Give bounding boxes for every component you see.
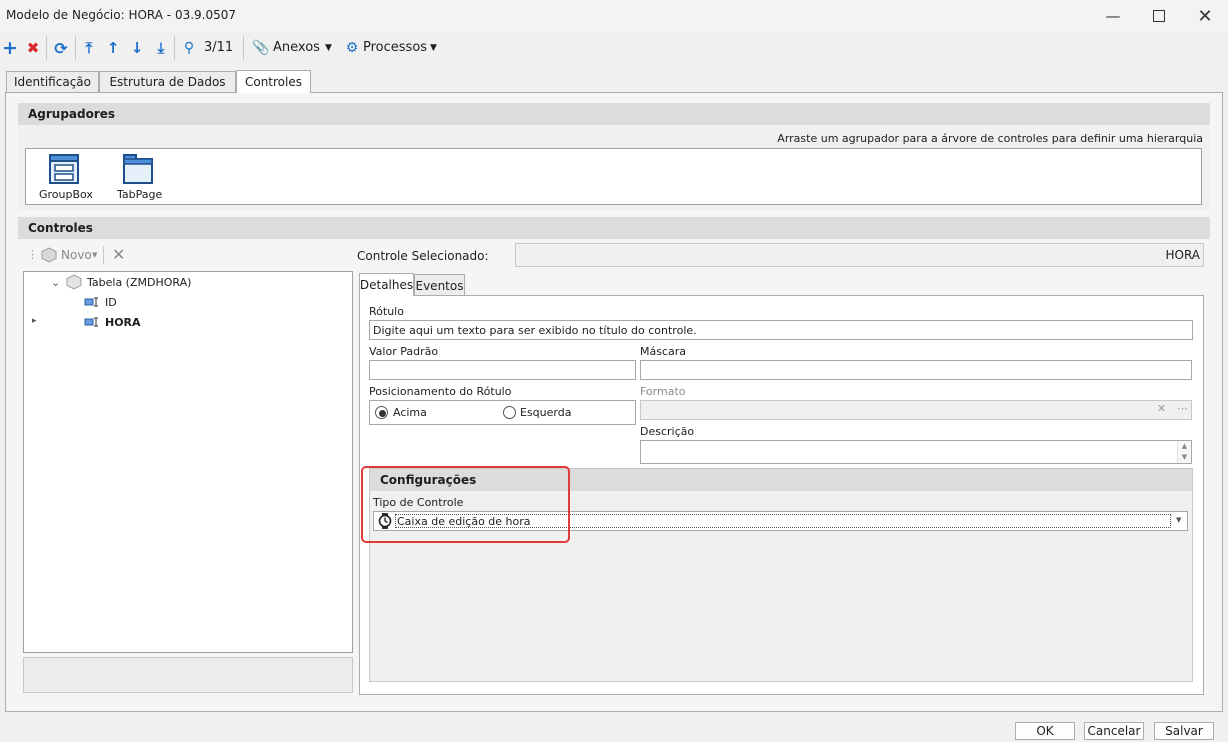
field-icon xyxy=(84,296,100,308)
tab-identificacao[interactable]: Identificação xyxy=(6,71,99,92)
agrupadores-header: Agrupadores xyxy=(18,103,1210,125)
window-title: Modelo de Negócio: HORA - 03.9.0507 xyxy=(6,8,237,22)
save-button[interactable]: Salvar xyxy=(1154,722,1214,740)
tree-item-hora[interactable]: HORA xyxy=(105,316,141,329)
tab-detalhes[interactable]: Detalhes xyxy=(359,273,414,296)
agrupadores-palette xyxy=(25,148,1202,205)
toolbar-separator xyxy=(103,246,104,264)
scroll-arrows-icon[interactable]: ▲ ▼ xyxy=(1177,441,1191,463)
descricao-label: Descrição xyxy=(640,425,695,438)
paperclip-icon[interactable]: 📎 xyxy=(251,38,271,58)
tabpage-icon[interactable] xyxy=(122,153,154,185)
groupbox-icon[interactable] xyxy=(48,153,80,185)
tree-item-root[interactable]: Tabela (ZMDHORA) xyxy=(87,276,191,289)
chevron-right-icon[interactable]: ▸ xyxy=(32,316,37,326)
add-icon[interactable]: + xyxy=(0,37,20,59)
gear-icon[interactable]: ⚙ xyxy=(342,38,362,58)
rotulo-input[interactable]: Digite aqui um texto para ser exibido no… xyxy=(369,320,1193,340)
agrupadores-hint: Arraste um agrupador para a árvore de co… xyxy=(777,132,1203,145)
remove-icon[interactable]: ✕ xyxy=(112,245,125,264)
maximize-icon[interactable] xyxy=(1136,0,1182,32)
formato-input xyxy=(640,400,1192,420)
tree-footer xyxy=(23,657,353,693)
ok-button[interactable]: OK xyxy=(1015,722,1075,740)
tabpage-label: TabPage xyxy=(117,188,163,201)
chevron-down-icon[interactable]: ⌄ xyxy=(51,276,60,289)
toolbar-separator xyxy=(46,36,47,60)
processos-button[interactable]: Processos xyxy=(363,40,427,55)
last-record-icon[interactable]: ⤓ xyxy=(151,38,171,58)
groupbox-label: GroupBox xyxy=(39,188,93,201)
next-record-icon[interactable]: ↓ xyxy=(127,38,147,58)
anexos-button[interactable]: Anexos xyxy=(273,40,320,55)
mascara-input[interactable] xyxy=(640,360,1192,380)
refresh-icon[interactable]: ⟳ xyxy=(51,38,71,58)
radio-esquerda-label[interactable]: Esquerda xyxy=(520,406,571,419)
valor-padrao-label: Valor Padrão xyxy=(369,345,439,358)
field-icon xyxy=(84,316,100,328)
radio-esquerda[interactable] xyxy=(503,406,516,419)
minimize-icon[interactable]: — xyxy=(1090,0,1136,32)
valor-padrao-input[interactable] xyxy=(369,360,636,380)
toolbar-separator xyxy=(75,36,76,60)
tree-item-id[interactable]: ID xyxy=(105,296,117,309)
controle-selecionado-label: Controle Selecionado: xyxy=(357,249,489,263)
close-icon[interactable]: ✕ xyxy=(1182,0,1228,32)
control-tree[interactable] xyxy=(23,271,353,653)
cube-icon xyxy=(41,247,57,263)
delete-icon[interactable]: ✖ xyxy=(23,38,43,58)
previous-record-icon[interactable]: ↑ xyxy=(103,38,123,58)
formato-label: Formato xyxy=(640,385,686,398)
tab-eventos[interactable]: Eventos xyxy=(414,274,465,296)
clear-icon: ✕ xyxy=(1157,402,1167,415)
controles-header: Controles xyxy=(18,217,1210,239)
table-icon xyxy=(66,274,82,290)
novo-dropdown-icon[interactable]: ▼ xyxy=(92,251,97,259)
mascara-label: Máscara xyxy=(640,345,687,358)
controle-selecionado-value: HORA xyxy=(515,243,1204,267)
highlight-annotation xyxy=(361,466,570,543)
processos-dropdown-icon[interactable]: ▼ xyxy=(430,43,437,53)
cancel-button[interactable]: Cancelar xyxy=(1084,722,1144,740)
posicionamento-label: Posicionamento do Rótulo xyxy=(369,385,512,398)
chevron-down-icon[interactable]: ▼ xyxy=(1176,516,1181,524)
anexos-dropdown-icon[interactable]: ▼ xyxy=(325,43,332,53)
ellipsis-icon: ⋯ xyxy=(1177,402,1188,415)
tab-estrutura-de-dados[interactable]: Estrutura de Dados xyxy=(99,71,236,92)
toolbar-separator xyxy=(243,36,244,60)
radio-acima-label[interactable]: Acima xyxy=(393,406,427,419)
first-record-icon[interactable]: ⤒ xyxy=(79,38,99,58)
toolbar-grip-icon: ⋮ xyxy=(27,248,38,261)
radio-acima[interactable] xyxy=(375,406,388,419)
search-icon[interactable]: ⚲ xyxy=(179,38,199,58)
tab-controles[interactable]: Controles xyxy=(236,70,311,93)
toolbar-separator xyxy=(174,36,175,60)
descricao-input[interactable] xyxy=(640,440,1192,464)
record-counter: 3/11 xyxy=(204,40,234,55)
novo-button[interactable]: Novo xyxy=(61,248,92,262)
rotulo-label: Rótulo xyxy=(369,305,404,318)
